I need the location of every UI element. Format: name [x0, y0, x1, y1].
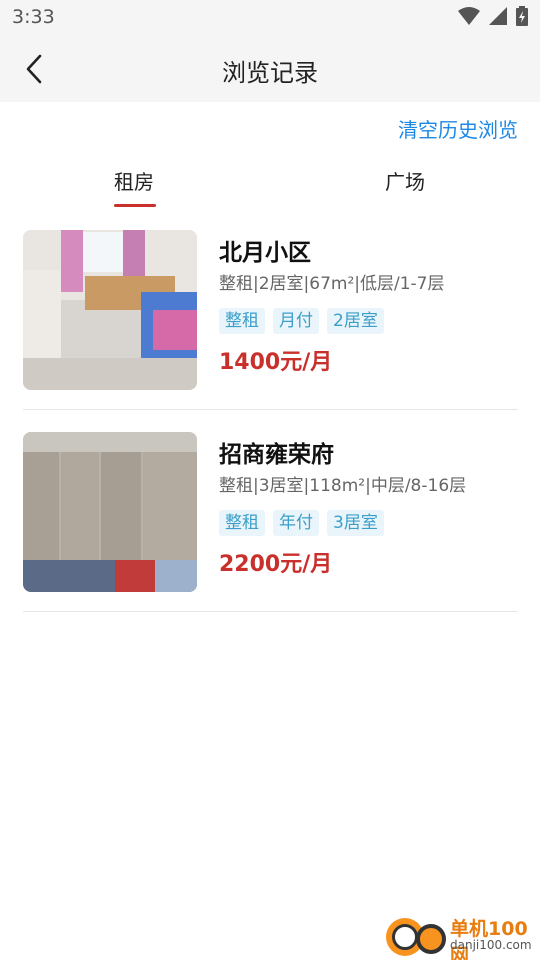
battery-icon — [516, 6, 528, 26]
listing-photo — [23, 230, 197, 390]
status-icons — [458, 6, 528, 26]
listing-name: 招商雍荣府 — [219, 442, 334, 468]
listing-tags: 整租 年付 3居室 — [219, 510, 518, 536]
signal-icon — [489, 7, 507, 25]
listing-price: 2200元/月 — [219, 552, 333, 577]
tab-square[interactable]: 广场 — [385, 166, 425, 195]
watermark-logo: 单机100网 danji100.com — [386, 912, 536, 960]
listing-desc: 整租|2居室|67m²|低层/1-7层 — [219, 274, 445, 294]
listing-desc: 整租|3居室|118m²|中层/8-16层 — [219, 476, 467, 496]
active-tab-indicator — [114, 204, 156, 207]
listing-tag: 整租 — [219, 510, 265, 536]
tab-rent[interactable]: 租房 — [114, 166, 154, 195]
tab-bar: 租房 广场 — [0, 160, 540, 210]
clear-history-button[interactable]: 清空历史浏览 — [398, 114, 518, 143]
listing-tag: 2居室 — [327, 308, 384, 334]
watermark-url: danji100.com — [450, 938, 532, 952]
status-bar: 3:33 — [0, 0, 540, 36]
listing-price: 1400元/月 — [219, 350, 333, 375]
listing-item[interactable]: 北月小区 整租|2居室|67m²|低层/1-7层 整租 月付 2居室 1400元… — [23, 214, 518, 410]
listing-item[interactable]: 招商雍荣府 整租|3居室|118m²|中层/8-16层 整租 年付 3居室 22… — [23, 410, 518, 612]
listing-tag: 整租 — [219, 308, 265, 334]
app-bar: 浏览记录 — [0, 36, 540, 102]
watermark-title: 单机100网 — [450, 918, 528, 960]
listing-info: 北月小区 整租|2居室|67m²|低层/1-7层 整租 月付 2居室 1400元… — [219, 238, 518, 378]
listing-name: 北月小区 — [219, 240, 311, 266]
status-time: 3:33 — [12, 6, 55, 28]
page-title: 浏览记录 — [222, 59, 318, 87]
listing-photo — [23, 432, 197, 592]
listing-tags: 整租 月付 2居室 — [219, 308, 518, 334]
listing-list: 北月小区 整租|2居室|67m²|低层/1-7层 整租 月付 2居室 1400元… — [23, 214, 518, 612]
wifi-icon — [458, 7, 480, 25]
listing-info: 招商雍荣府 整租|3居室|118m²|中层/8-16层 整租 年付 3居室 22… — [219, 440, 518, 580]
listing-tag: 3居室 — [327, 510, 384, 536]
listing-tag: 年付 — [273, 510, 319, 536]
listing-tag: 月付 — [273, 308, 319, 334]
